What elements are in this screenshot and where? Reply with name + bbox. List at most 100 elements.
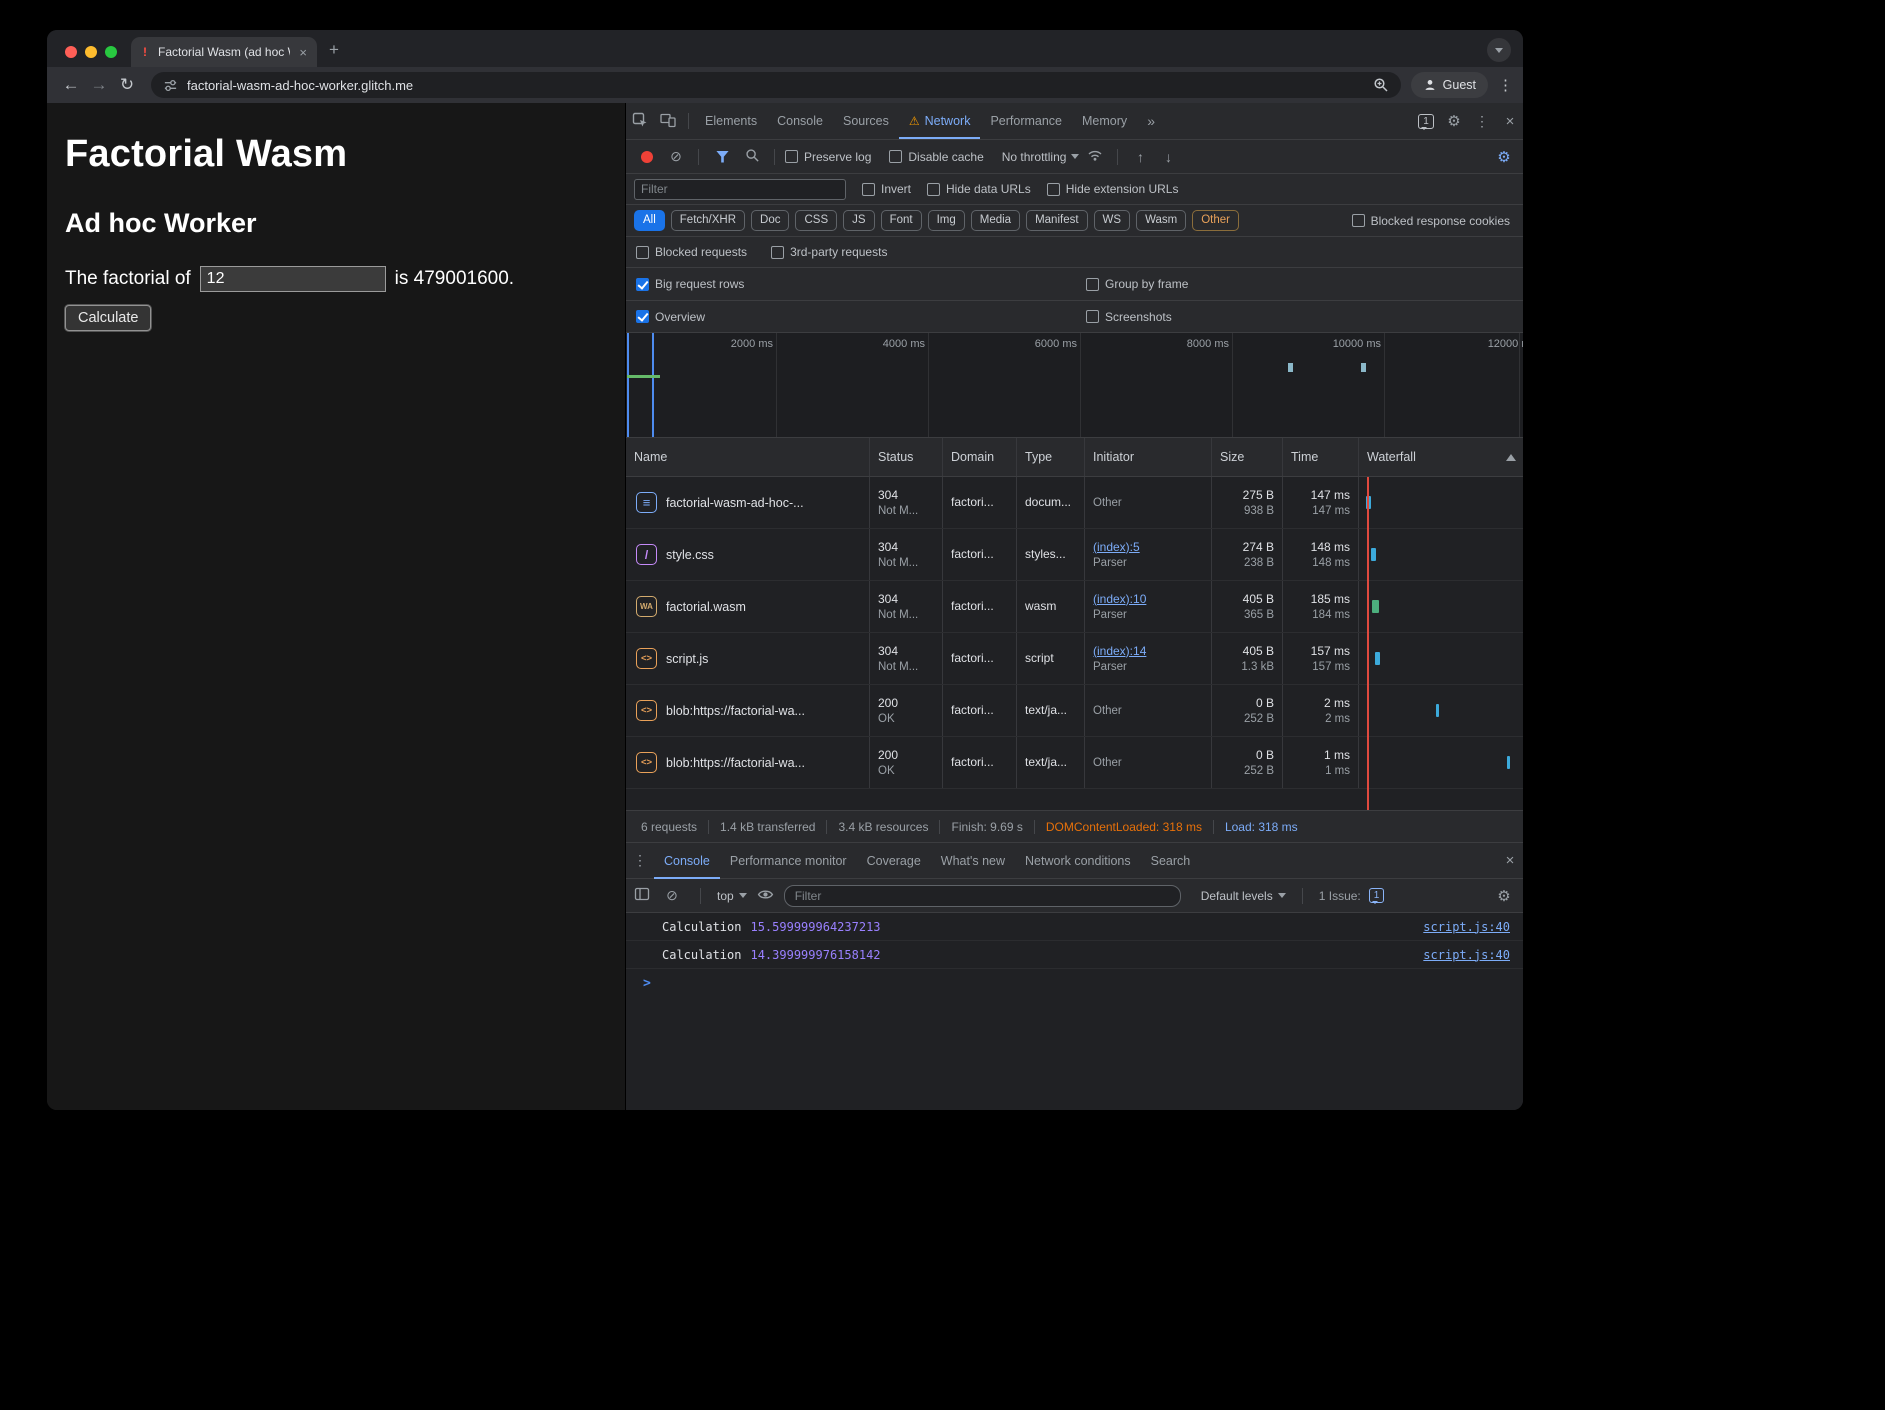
drawer-menu-icon[interactable]: ⋮	[626, 852, 654, 869]
column-header-type[interactable]: Type	[1016, 438, 1084, 476]
checkbox[interactable]	[771, 246, 784, 259]
drawer-tab-whats-new[interactable]: What's new	[931, 843, 1015, 879]
initiator-link[interactable]: (index):5	[1093, 541, 1140, 554]
checkbox[interactable]	[636, 246, 649, 259]
table-row[interactable]: WAfactorial.wasm 304Not M... factori... …	[626, 581, 1523, 633]
source-link[interactable]: script.js:40	[1423, 920, 1510, 934]
reload-button[interactable]: ↻	[113, 75, 141, 95]
profile-badge[interactable]: Guest	[1411, 72, 1488, 98]
tab-sources[interactable]: Sources	[833, 103, 899, 139]
back-button[interactable]: ←	[57, 75, 85, 95]
chip-css[interactable]: CSS	[795, 210, 837, 231]
close-devtools-icon[interactable]: ×	[1496, 113, 1523, 130]
preserve-log-checkbox[interactable]: Preserve log	[785, 150, 871, 164]
column-header-status[interactable]: Status	[869, 438, 942, 476]
new-tab-button[interactable]: +	[329, 40, 339, 60]
address-bar[interactable]: factorial-wasm-ad-hoc-worker.glitch.me	[151, 72, 1401, 98]
screenshots-checkbox[interactable]: Screenshots	[1086, 301, 1172, 332]
column-header-name[interactable]: Name	[626, 438, 869, 476]
chip-fetch-xhr[interactable]: Fetch/XHR	[671, 210, 745, 231]
filter-funnel-icon[interactable]	[716, 151, 729, 163]
checkbox[interactable]	[785, 150, 798, 163]
browser-menu-button[interactable]: ⋮	[1498, 76, 1513, 94]
checkbox[interactable]	[1086, 278, 1099, 291]
checkbox-checked[interactable]	[636, 310, 649, 323]
tab-memory[interactable]: Memory	[1072, 103, 1137, 139]
third-party-requests-checkbox[interactable]: 3rd-party requests	[771, 245, 887, 259]
column-header-waterfall[interactable]: Waterfall	[1358, 438, 1523, 476]
initiator-link[interactable]: (index):10	[1093, 593, 1146, 606]
tab-performance[interactable]: Performance	[980, 103, 1072, 139]
checkbox[interactable]	[889, 150, 902, 163]
drawer-tab-console[interactable]: Console	[654, 843, 720, 879]
device-toolbar-icon[interactable]	[654, 112, 682, 131]
network-settings-gear-icon[interactable]: ⚙	[1492, 148, 1516, 166]
tab-console[interactable]: Console	[767, 103, 833, 139]
tab-network[interactable]: ⚠ Network	[899, 103, 981, 139]
clear-network-log-icon[interactable]: ⊘	[664, 148, 688, 165]
network-overview-timeline[interactable]: 2000 ms 4000 ms 6000 ms 8000 ms 10000 ms…	[626, 333, 1523, 438]
console-prompt[interactable]: >	[626, 969, 1523, 991]
clear-console-icon[interactable]: ⊘	[660, 887, 684, 904]
execution-context-dropdown[interactable]: top	[717, 889, 747, 903]
column-header-initiator[interactable]: Initiator	[1084, 438, 1211, 476]
settings-gear-icon[interactable]: ⚙	[1440, 112, 1468, 130]
initiator-link[interactable]: (index):14	[1093, 645, 1146, 658]
search-icon[interactable]	[740, 148, 764, 166]
column-header-size[interactable]: Size	[1211, 438, 1282, 476]
issues-bubble[interactable]: 1	[1412, 113, 1440, 129]
table-row[interactable]: <>blob:https://factorial-wa... 200OK fac…	[626, 685, 1523, 737]
disable-cache-checkbox[interactable]: Disable cache	[889, 150, 983, 164]
chip-wasm[interactable]: Wasm	[1136, 210, 1186, 231]
log-levels-dropdown[interactable]: Default levels	[1201, 889, 1286, 903]
show-console-sidebar-icon[interactable]	[634, 886, 650, 905]
column-header-time[interactable]: Time	[1282, 438, 1358, 476]
drawer-tab-performance-monitor[interactable]: Performance monitor	[720, 843, 857, 879]
inspect-element-icon[interactable]	[626, 112, 654, 131]
export-har-icon[interactable]: ↓	[1156, 149, 1180, 165]
chip-all[interactable]: All	[634, 210, 665, 231]
hide-data-urls-checkbox[interactable]: Hide data URLs	[927, 182, 1031, 196]
source-link[interactable]: script.js:40	[1423, 948, 1510, 962]
more-tabs-icon[interactable]: »	[1137, 113, 1165, 129]
close-window-button[interactable]	[65, 46, 77, 58]
issues-counter[interactable]: 1 Issue: 1	[1319, 888, 1385, 903]
overview-checkbox[interactable]: Overview	[636, 310, 705, 324]
network-conditions-icon[interactable]	[1083, 147, 1107, 166]
big-request-rows-checkbox[interactable]: Big request rows	[636, 277, 744, 291]
invert-checkbox[interactable]: Invert	[862, 182, 911, 196]
drawer-tab-search[interactable]: Search	[1141, 843, 1201, 879]
group-by-frame-checkbox[interactable]: Group by frame	[1086, 268, 1188, 300]
console-filter-input[interactable]	[784, 885, 1181, 907]
checkbox[interactable]	[1352, 214, 1365, 227]
eye-icon[interactable]	[757, 886, 774, 906]
table-row[interactable]: /style.css 304Not M... factori... styles…	[626, 529, 1523, 581]
zoom-icon[interactable]	[1373, 77, 1389, 93]
table-row[interactable]: <>blob:https://factorial-wa... 200OK fac…	[626, 737, 1523, 789]
console-message[interactable]: Calculation 15.599999964237213 script.js…	[626, 913, 1523, 941]
chip-doc[interactable]: Doc	[751, 210, 789, 231]
site-settings-icon[interactable]	[163, 78, 178, 93]
console-settings-gear-icon[interactable]: ⚙	[1492, 887, 1516, 905]
calculate-button[interactable]: Calculate	[65, 305, 151, 331]
checkbox[interactable]	[1086, 310, 1099, 323]
column-header-domain[interactable]: Domain	[942, 438, 1016, 476]
table-row[interactable]: <>script.js 304Not M... factori... scrip…	[626, 633, 1523, 685]
checkbox[interactable]	[927, 183, 940, 196]
hide-extension-urls-checkbox[interactable]: Hide extension URLs	[1047, 182, 1179, 196]
tab-close-icon[interactable]: ×	[297, 45, 309, 60]
chip-other[interactable]: Other	[1192, 210, 1239, 231]
forward-button[interactable]: →	[85, 75, 113, 95]
tab-search-button[interactable]	[1487, 38, 1511, 62]
tab-elements[interactable]: Elements	[695, 103, 767, 139]
blocked-response-cookies-checkbox[interactable]: Blocked response cookies	[1352, 214, 1510, 228]
throttling-dropdown[interactable]: No throttling	[1002, 150, 1080, 164]
console-message[interactable]: Calculation 14.399999976158142 script.js…	[626, 941, 1523, 969]
record-network-log-button[interactable]	[641, 151, 653, 163]
browser-tab[interactable]: ! Factorial Wasm (ad hoc Work ×	[131, 37, 317, 67]
chip-media[interactable]: Media	[971, 210, 1020, 231]
blocked-requests-checkbox[interactable]: Blocked requests	[636, 245, 747, 259]
checkbox-checked[interactable]	[636, 278, 649, 291]
devtools-menu-icon[interactable]: ⋮	[1468, 113, 1496, 130]
zoom-window-button[interactable]	[105, 46, 117, 58]
